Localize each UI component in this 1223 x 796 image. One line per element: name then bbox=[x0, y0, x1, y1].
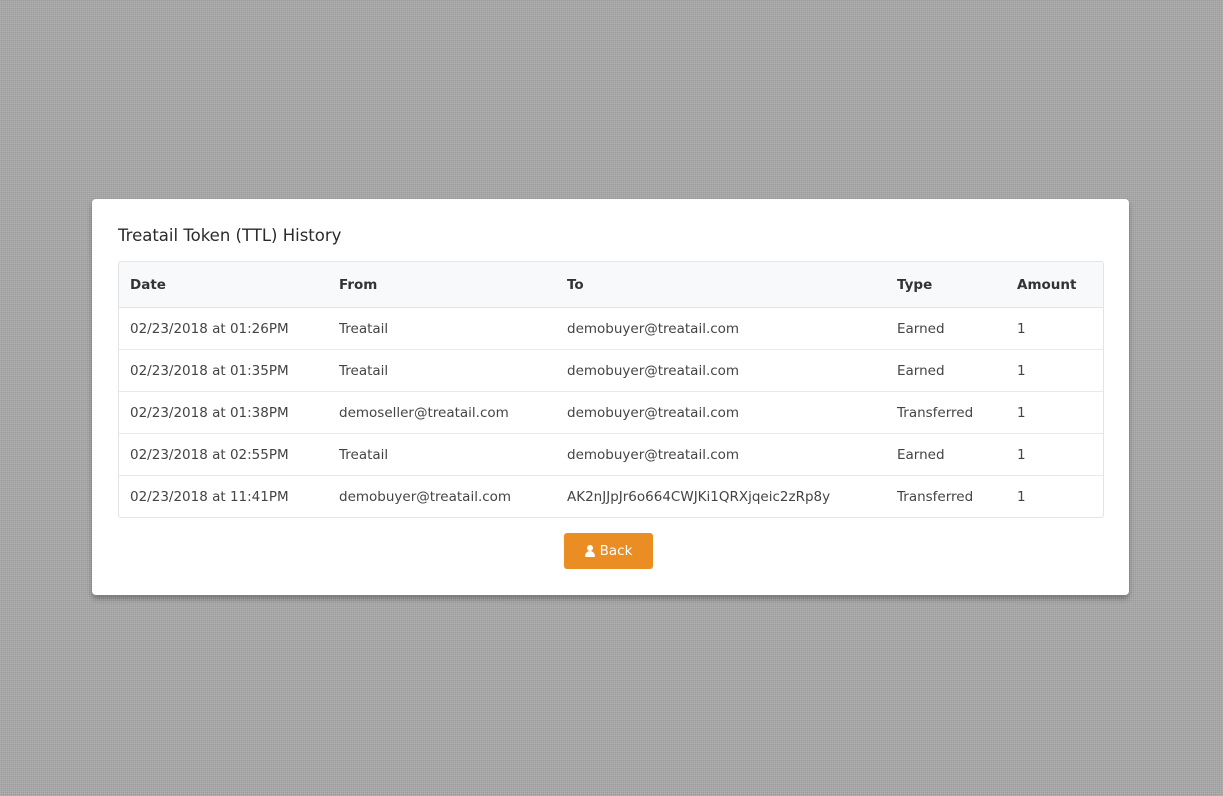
back-button-label: Back bbox=[599, 543, 633, 559]
cell-amount: 1 bbox=[1006, 391, 1103, 434]
cell-to: demobuyer@treatail.com bbox=[556, 349, 886, 392]
cell-type: Earned bbox=[886, 433, 1006, 476]
cell-amount: 1 bbox=[1006, 307, 1103, 350]
column-header-from: From bbox=[328, 262, 556, 308]
cell-from: demobuyer@treatail.com bbox=[339, 488, 512, 505]
column-header-amount: Amount bbox=[1006, 262, 1103, 308]
back-button[interactable]: Back bbox=[564, 533, 653, 569]
cell-type: Transferred bbox=[886, 391, 1006, 434]
table-header-row: Date From To Type Amount bbox=[119, 262, 1103, 308]
table-row: 02/23/2018 at 11:41PM demobuyer@treatail… bbox=[119, 476, 1103, 518]
cell-type: Earned bbox=[886, 349, 1006, 392]
cell-to: demobuyer@treatail.com bbox=[556, 307, 886, 350]
cell-date: 02/23/2018 at 02:55PM bbox=[119, 433, 328, 476]
column-header-to: To bbox=[556, 262, 886, 308]
cell-from: Treatail bbox=[328, 433, 556, 476]
cell-type: Earned bbox=[886, 307, 1006, 350]
cell-amount: 1 bbox=[1006, 433, 1103, 476]
cell-type: Transferred bbox=[897, 488, 974, 505]
cell-from: demoseller@treatail.com bbox=[328, 391, 556, 434]
column-header-type: Type bbox=[886, 262, 1006, 308]
cell-to: demobuyer@treatail.com bbox=[556, 391, 886, 434]
cell-amount: 1 bbox=[1017, 488, 1026, 505]
token-history-card: Treatail Token (TTL) History Date From T… bbox=[92, 199, 1129, 595]
cell-date: 02/23/2018 at 11:41PM bbox=[130, 488, 289, 505]
history-table: Date From To Type Amount 02/23/2018 at 0… bbox=[119, 262, 1103, 518]
cell-to: AK2nJJpJr6o664CWJKi1QRXjqeic2zRp8y bbox=[567, 488, 831, 505]
cell-to: demobuyer@treatail.com bbox=[556, 433, 886, 476]
page-title: Treatail Token (TTL) History bbox=[118, 226, 342, 245]
table-row: 02/23/2018 at 02:55PM Treatail demobuyer… bbox=[119, 433, 1103, 476]
cell-from: Treatail bbox=[328, 307, 556, 350]
history-table-container: Date From To Type Amount 02/23/2018 at 0… bbox=[118, 261, 1104, 518]
cell-from: Treatail bbox=[328, 349, 556, 392]
cell-date: 02/23/2018 at 01:26PM bbox=[119, 307, 328, 350]
table-row: 02/23/2018 at 01:26PM Treatail demobuyer… bbox=[119, 307, 1103, 350]
column-header-date: Date bbox=[119, 262, 328, 308]
user-icon bbox=[584, 545, 595, 557]
cell-date: 02/23/2018 at 01:38PM bbox=[119, 391, 328, 434]
cell-amount: 1 bbox=[1006, 349, 1103, 392]
table-row: 02/23/2018 at 01:38PM demoseller@treatai… bbox=[119, 391, 1103, 434]
table-row: 02/23/2018 at 01:35PM Treatail demobuyer… bbox=[119, 349, 1103, 392]
cell-date: 02/23/2018 at 01:35PM bbox=[119, 349, 328, 392]
